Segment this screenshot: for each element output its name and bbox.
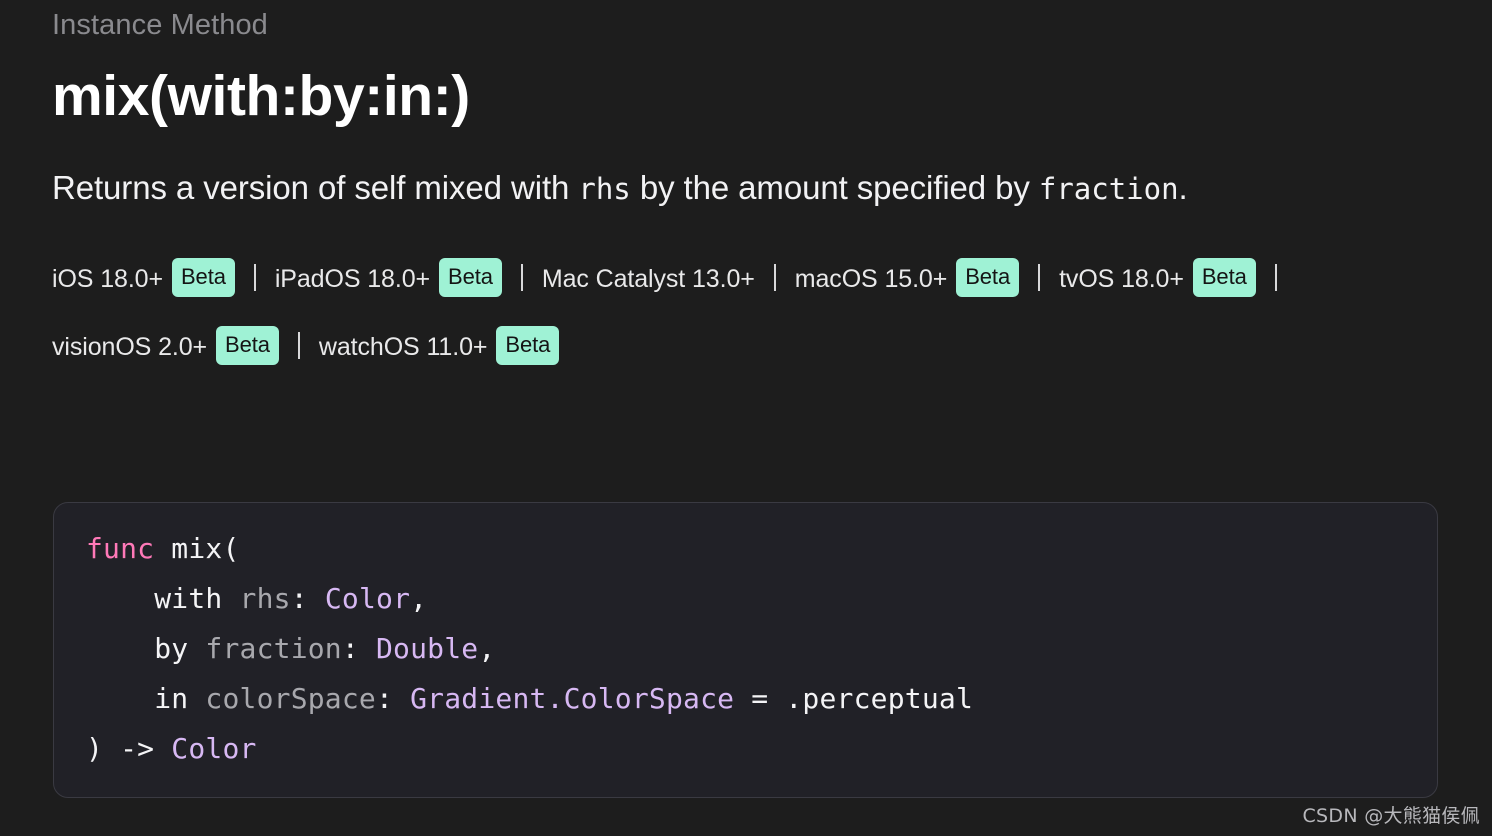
availability-platform: watchOS 11.0+ Beta — [318, 326, 560, 366]
code-token-parameter: colorSpace — [205, 682, 376, 715]
beta-badge: Beta — [1192, 258, 1256, 298]
page-title: mix(with:by:in:) — [52, 64, 470, 128]
code-token-plain: in — [86, 682, 206, 715]
code-token-type: Double — [376, 632, 479, 665]
code-line: by fraction: Double, — [86, 624, 1437, 674]
availability-platform-name: macOS 15.0+ — [794, 265, 948, 294]
symbol-abstract: Returns a version of self mixed with rhs… — [52, 165, 1382, 212]
code-token-plain: , — [410, 582, 428, 615]
code-line: with rhs: Color, — [86, 574, 1437, 624]
availability-platform-name: watchOS 11.0+ — [318, 333, 488, 362]
availability-platform: tvOS 18.0+ Beta — [1059, 258, 1256, 298]
beta-badge: Beta — [171, 258, 235, 298]
beta-badge: Beta — [216, 326, 279, 366]
availability-separator — [1274, 264, 1277, 292]
availability-separator — [520, 264, 523, 292]
code-token-plain: , — [478, 632, 496, 665]
availability-platform: iOS 18.0+ Beta — [52, 258, 235, 298]
code-line: ) -> Color — [86, 724, 1437, 774]
code-line: func mix( — [86, 524, 1437, 574]
code-token-parameter: rhs — [239, 582, 291, 615]
beta-badge: Beta — [956, 258, 1020, 298]
code-token-plain: : — [375, 682, 411, 715]
availability-separator — [773, 264, 776, 292]
code-token-plain: : — [290, 582, 325, 615]
availability-separator — [297, 332, 300, 360]
abstract-code-rhs: rhs — [578, 171, 631, 206]
code-token-type: Gradient.ColorSpace — [410, 682, 735, 715]
abstract-code-fraction: fraction — [1038, 171, 1179, 206]
availability-platform: visionOS 2.0+ Beta — [52, 326, 279, 366]
availability-platform-name: tvOS 18.0+ — [1059, 265, 1184, 294]
code-token-type: Color — [171, 732, 257, 765]
code-line: in colorSpace: Gradient.ColorSpace = .pe… — [86, 674, 1437, 724]
code-token-type: Color — [324, 582, 411, 615]
code-token-plain: ) -> — [86, 732, 172, 765]
availability-platform: macOS 15.0+ Beta — [794, 258, 1020, 298]
abstract-text-part2: by the amount specified by — [630, 168, 1039, 206]
code-token-plain: mix( — [154, 532, 240, 565]
abstract-text-part1: Returns a version of self mixed with — [52, 168, 579, 206]
csdn-watermark: CSDN @大熊猫侯佩 — [1302, 805, 1480, 827]
availability-separator — [1038, 264, 1041, 292]
beta-badge: Beta — [439, 258, 502, 298]
availability-platform-name: visionOS 2.0+ — [52, 333, 208, 362]
availability-list: iOS 18.0+ Beta iPadOS 18.0+ Beta Mac Catalys… — [52, 249, 1392, 385]
code-token-plain: : — [341, 632, 376, 665]
availability-separator — [253, 264, 256, 292]
availability-platform-name: iPadOS 18.0+ — [274, 265, 431, 294]
beta-badge: Beta — [496, 326, 560, 366]
code-token-keyword: func — [86, 532, 155, 565]
code-token-parameter: fraction — [205, 632, 342, 665]
availability-platform: Mac Catalyst 13.0+ — [542, 265, 755, 293]
documentation-page: Instance Method mix(with:by:in:) Returns… — [0, 0, 1492, 836]
code-token-plain: with — [86, 582, 240, 615]
availability-platform: iPadOS 18.0+ Beta — [274, 258, 502, 298]
code-token-plain: = .perceptual — [734, 682, 974, 715]
declaration-code-block: func mix( with rhs: Color, by fraction: … — [53, 502, 1438, 798]
page-eyebrow-symbol-kind: Instance Method — [52, 9, 268, 41]
declaration-source: func mix( with rhs: Color, by fraction: … — [86, 524, 1437, 774]
availability-platform-name: iOS 18.0+ — [52, 265, 163, 294]
code-token-plain: by — [86, 632, 206, 665]
availability-platform-name: Mac Catalyst 13.0+ — [541, 265, 755, 294]
abstract-text-part3: . — [1178, 168, 1188, 206]
